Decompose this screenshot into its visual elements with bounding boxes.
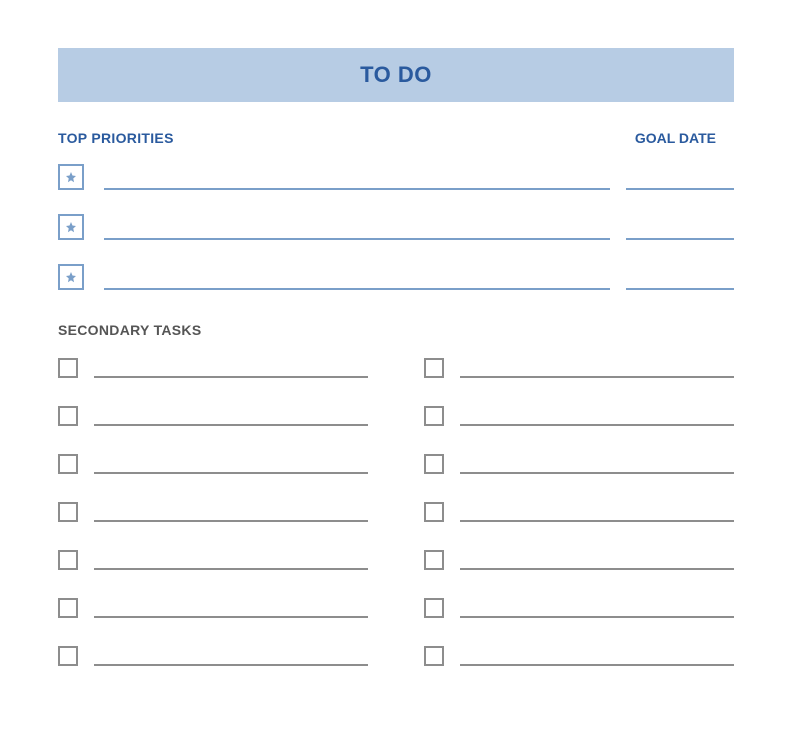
checkbox-icon[interactable] bbox=[424, 358, 444, 378]
checkbox-icon[interactable] bbox=[424, 598, 444, 618]
star-icon[interactable] bbox=[58, 264, 84, 290]
checkbox-icon[interactable] bbox=[58, 598, 78, 618]
priority-task-line[interactable] bbox=[104, 168, 610, 190]
goal-date-line[interactable] bbox=[626, 268, 734, 290]
secondary-row bbox=[58, 598, 368, 618]
secondary-task-line[interactable] bbox=[460, 358, 734, 378]
checkbox-icon[interactable] bbox=[424, 502, 444, 522]
checkbox-icon[interactable] bbox=[424, 550, 444, 570]
secondary-row bbox=[58, 550, 368, 570]
secondary-tasks-label: SECONDARY TASKS bbox=[58, 322, 734, 338]
secondary-task-line[interactable] bbox=[94, 598, 368, 618]
secondary-task-line[interactable] bbox=[460, 550, 734, 570]
checkbox-icon[interactable] bbox=[58, 646, 78, 666]
priority-task-line[interactable] bbox=[104, 268, 610, 290]
checkbox-icon[interactable] bbox=[58, 358, 78, 378]
secondary-task-line[interactable] bbox=[460, 454, 734, 474]
checkbox-icon[interactable] bbox=[58, 454, 78, 474]
secondary-row bbox=[424, 502, 734, 522]
secondary-row bbox=[424, 454, 734, 474]
secondary-row bbox=[424, 598, 734, 618]
secondary-task-line[interactable] bbox=[94, 454, 368, 474]
priority-task-line[interactable] bbox=[104, 218, 610, 240]
checkbox-icon[interactable] bbox=[58, 502, 78, 522]
checkbox-icon[interactable] bbox=[424, 406, 444, 426]
secondary-tasks-right-column bbox=[424, 358, 734, 694]
secondary-task-line[interactable] bbox=[94, 646, 368, 666]
priority-row bbox=[58, 214, 734, 240]
secondary-row bbox=[58, 406, 368, 426]
top-priorities-label: TOP PRIORITIES bbox=[58, 130, 174, 146]
priorities-header-row: TOP PRIORITIES GOAL DATE bbox=[58, 130, 734, 146]
secondary-row bbox=[58, 502, 368, 522]
secondary-task-line[interactable] bbox=[94, 358, 368, 378]
secondary-row bbox=[424, 358, 734, 378]
secondary-task-line[interactable] bbox=[460, 598, 734, 618]
checkbox-icon[interactable] bbox=[424, 646, 444, 666]
page-title: TO DO bbox=[58, 48, 734, 102]
secondary-tasks-left-column bbox=[58, 358, 368, 694]
secondary-task-line[interactable] bbox=[460, 646, 734, 666]
checkbox-icon[interactable] bbox=[58, 550, 78, 570]
secondary-task-line[interactable] bbox=[460, 502, 734, 522]
star-icon[interactable] bbox=[58, 164, 84, 190]
secondary-task-line[interactable] bbox=[460, 406, 734, 426]
secondary-row bbox=[424, 646, 734, 666]
checkbox-icon[interactable] bbox=[424, 454, 444, 474]
secondary-task-line[interactable] bbox=[94, 550, 368, 570]
secondary-row bbox=[58, 454, 368, 474]
secondary-task-line[interactable] bbox=[94, 502, 368, 522]
goal-date-label: GOAL DATE bbox=[635, 130, 716, 146]
priority-row bbox=[58, 164, 734, 190]
secondary-row bbox=[58, 358, 368, 378]
secondary-row bbox=[58, 646, 368, 666]
priority-row bbox=[58, 264, 734, 290]
secondary-row bbox=[424, 550, 734, 570]
goal-date-line[interactable] bbox=[626, 218, 734, 240]
star-icon[interactable] bbox=[58, 214, 84, 240]
secondary-tasks-grid bbox=[58, 358, 734, 694]
checkbox-icon[interactable] bbox=[58, 406, 78, 426]
goal-date-line[interactable] bbox=[626, 168, 734, 190]
secondary-task-line[interactable] bbox=[94, 406, 368, 426]
secondary-row bbox=[424, 406, 734, 426]
